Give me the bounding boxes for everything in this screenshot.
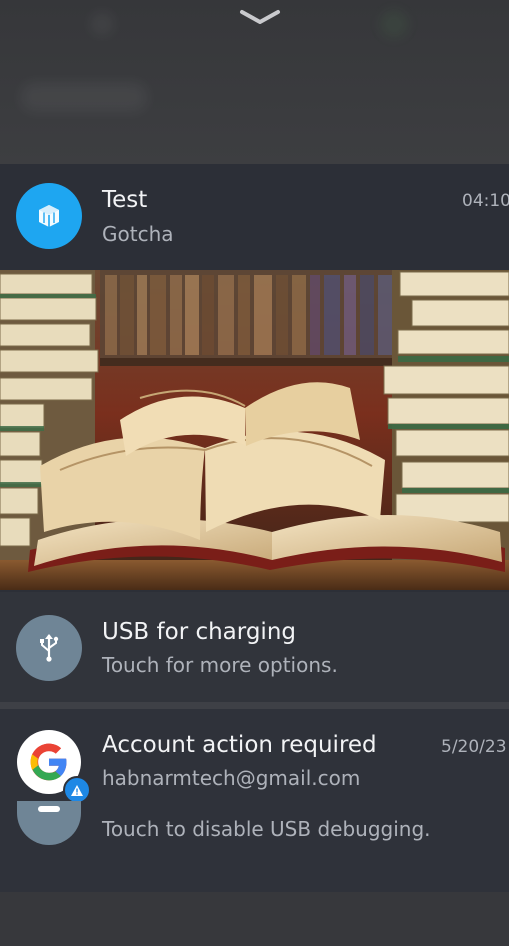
usb-icon (16, 615, 82, 681)
notification-text: Gotcha (102, 222, 174, 246)
notification-usb-charging[interactable]: USB for charging Touch for more options. (0, 592, 509, 702)
usb-debug-icon (17, 801, 81, 845)
notification-title: Account action required (102, 732, 377, 758)
notification-title: USB for charging (102, 619, 296, 645)
status-area-blurred (0, 0, 509, 164)
notification-shade: Test Gotcha 04:10 USB for charging Touch… (0, 0, 509, 946)
notification-time: 5/20/23 (441, 737, 507, 757)
books-image (0, 270, 509, 590)
group-divider (0, 702, 509, 709)
notification-text: Touch for more options. (102, 653, 338, 677)
collapse-chevron-icon[interactable] (238, 6, 282, 28)
notification-time: 04:10 (462, 191, 509, 211)
notification-account-action[interactable]: Account action required 5/20/23 habnarmt… (0, 709, 509, 892)
cube-app-icon (16, 183, 82, 249)
notification-title: Test (102, 187, 148, 213)
shade-bottom-blurred (0, 892, 509, 946)
notification-text: Touch to disable USB debugging. (102, 817, 431, 841)
notification-text: habnarmtech@gmail.com (102, 766, 361, 790)
warning-badge-icon (63, 776, 91, 804)
